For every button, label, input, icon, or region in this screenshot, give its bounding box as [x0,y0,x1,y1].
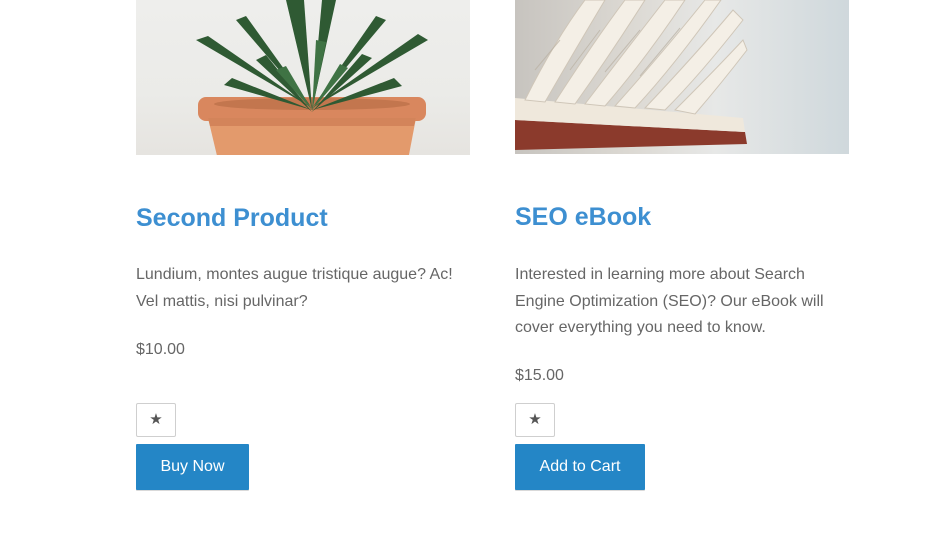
succulent-illustration [196,0,428,155]
star-icon[interactable]: ★ [515,403,555,437]
buy-now-button[interactable]: Buy Now [136,444,249,490]
product-card: SEO eBook Interested in learning more ab… [515,0,849,490]
product-image-book[interactable] [515,0,849,154]
product-image-succulent[interactable] [136,0,470,155]
open-book-illustration [515,0,748,150]
product-description: Interested in learning more about Search… [515,266,824,336]
add-to-cart-button[interactable]: Add to Cart [515,444,645,490]
product-title[interactable]: Second Product [136,204,328,233]
product-description: Lundium, montes augue tristique augue? A… [136,266,453,310]
star-icon[interactable]: ★ [136,403,176,437]
product-price: $10.00 [136,341,185,358]
product-price: $15.00 [515,367,564,384]
product-card: Second Product Lundium, montes augue tri… [136,0,470,490]
product-title[interactable]: SEO eBook [515,203,651,232]
